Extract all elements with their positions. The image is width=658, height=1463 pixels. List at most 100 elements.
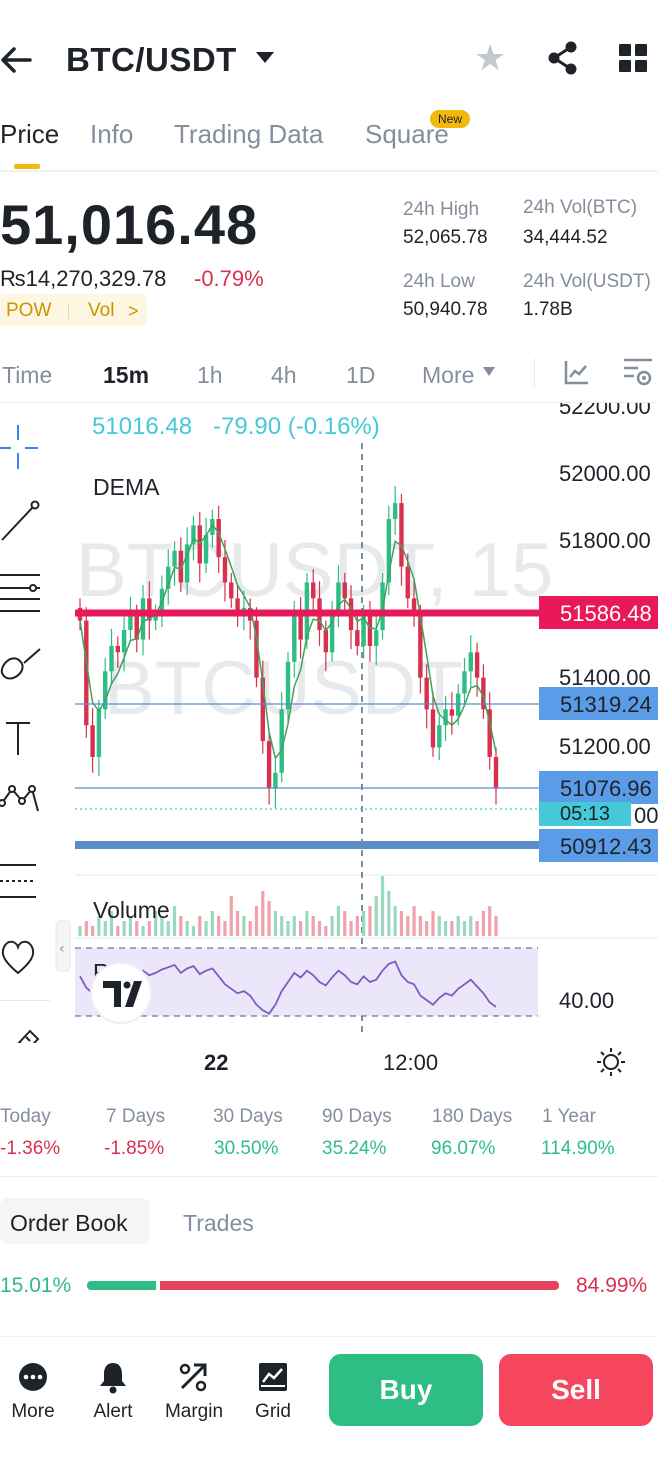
- volume-bar: [418, 916, 422, 936]
- tab-trades[interactable]: Trades: [183, 1208, 254, 1238]
- text-icon[interactable]: [6, 722, 30, 755]
- back-button[interactable]: [0, 40, 34, 80]
- candle: [355, 630, 360, 646]
- brush-icon[interactable]: [0, 648, 41, 680]
- share-icon[interactable]: [546, 40, 580, 76]
- margin-icon[interactable]: [176, 1360, 212, 1394]
- chart-header-price: 51016.48: [92, 413, 192, 440]
- candle: [443, 709, 448, 726]
- volume-bar: [431, 911, 435, 936]
- candle: [374, 630, 379, 646]
- grid-icon[interactable]: [619, 44, 647, 72]
- interval-more[interactable]: More: [422, 360, 474, 390]
- indicator-dema-label[interactable]: DEMA: [93, 474, 160, 500]
- interval-4h[interactable]: 4h: [271, 360, 297, 390]
- volume-bar: [267, 901, 271, 936]
- volume-bar: [254, 906, 259, 936]
- interval-time[interactable]: Time: [2, 360, 52, 390]
- tag-vol[interactable]: Vol: [88, 300, 114, 322]
- stat-vol-usdt-value: 1.78B: [523, 299, 573, 320]
- volume-bar: [135, 921, 139, 936]
- volume-bar: [292, 916, 296, 936]
- countdown-tail: 00: [634, 803, 658, 828]
- caret-down-icon[interactable]: [483, 367, 495, 376]
- perf-label-today: Today: [0, 1106, 51, 1127]
- divider: [0, 1176, 658, 1177]
- star-icon[interactable]: ★: [474, 38, 506, 78]
- volume-bar: [103, 921, 107, 936]
- last-price: 51,016.48: [0, 193, 259, 256]
- divider: [0, 170, 658, 172]
- interval-1h[interactable]: 1h: [197, 360, 223, 390]
- pair-title[interactable]: BTC/USDT: [66, 40, 237, 80]
- volume-bar: [368, 906, 372, 936]
- blue-label-1: 51319.24: [560, 692, 652, 717]
- interval-1d[interactable]: 1D: [346, 360, 375, 390]
- ask-ratio-bar: [160, 1281, 559, 1290]
- candle: [493, 756, 499, 789]
- candle: [229, 582, 234, 599]
- candle: [222, 557, 228, 583]
- volume-bar: [172, 906, 177, 936]
- volume-bar: [374, 896, 378, 936]
- volume-bar: [380, 876, 385, 936]
- x-axis-label: 12:00: [383, 1050, 439, 1075]
- volume-bar: [122, 921, 126, 936]
- volume-bar: [286, 921, 290, 936]
- candle: [405, 566, 410, 599]
- volume-bar: [494, 916, 498, 936]
- y-tick: 51400.00: [559, 665, 651, 690]
- more-icon[interactable]: [15, 1360, 51, 1394]
- volume-bar: [210, 911, 214, 936]
- tab-trading-data[interactable]: Trading Data: [174, 116, 323, 152]
- alert-bell-icon[interactable]: [95, 1360, 131, 1394]
- divider: [534, 358, 535, 388]
- new-badge: New: [430, 110, 470, 128]
- theme-toggle-icon[interactable]: [596, 1047, 626, 1077]
- tab-order-book-label[interactable]: Order Book: [10, 1208, 128, 1238]
- interval-15m[interactable]: 15m: [103, 360, 149, 390]
- y-tick: 52200.00: [559, 403, 651, 419]
- candle: [121, 630, 127, 653]
- margin-button[interactable]: Margin: [160, 1400, 228, 1424]
- tab-price[interactable]: Price: [0, 116, 59, 152]
- volume-bar: [217, 916, 221, 936]
- volume-bar: [349, 921, 353, 936]
- active-tab-indicator: [14, 164, 40, 169]
- volume-bar: [406, 916, 410, 936]
- chevron-right-icon[interactable]: >: [128, 300, 139, 322]
- buy-button[interactable]: Buy: [329, 1354, 483, 1426]
- price-chart[interactable]: BTCUSDT, 15 BTCUSDT 52200.00 52000.00 51…: [0, 403, 658, 1043]
- tag-pow[interactable]: POW: [6, 300, 51, 322]
- trend-line-icon[interactable]: [1, 500, 40, 541]
- chart-type-icon[interactable]: [563, 358, 591, 386]
- grid-button[interactable]: Grid: [247, 1400, 299, 1424]
- candle: [474, 652, 480, 678]
- candle: [273, 772, 278, 789]
- grid-bot-icon[interactable]: [255, 1360, 291, 1394]
- chart-header-change: -79.90 (-0.16%): [213, 413, 380, 440]
- volume-bar: [116, 926, 120, 936]
- volume-bar: [443, 921, 448, 936]
- perf-value-180d: 96.07%: [431, 1138, 496, 1159]
- fib-lines-icon[interactable]: [0, 574, 40, 612]
- candle: [292, 614, 297, 662]
- indicator-volume-label[interactable]: Volume: [93, 897, 170, 923]
- stat-high-label: 24h High: [403, 199, 480, 220]
- projection-icon[interactable]: [0, 864, 36, 898]
- countdown-label: 05:13: [560, 803, 610, 825]
- tab-info[interactable]: Info: [90, 116, 133, 152]
- sell-button[interactable]: Sell: [499, 1354, 653, 1426]
- chevron-left-icon[interactable]: ‹: [59, 941, 65, 957]
- chevron-down-icon[interactable]: [256, 52, 274, 63]
- alert-button[interactable]: Alert: [82, 1400, 144, 1424]
- volume-bar: [204, 921, 208, 936]
- more-button[interactable]: More: [0, 1400, 66, 1424]
- pattern-icon[interactable]: [0, 785, 39, 812]
- red-line-label: 51586.48: [560, 601, 652, 626]
- chart-settings-icon[interactable]: [622, 356, 654, 388]
- volume-bar: [475, 921, 479, 936]
- favorites-icon[interactable]: [1, 940, 35, 975]
- crosshair-icon[interactable]: [0, 425, 38, 469]
- ruler-icon[interactable]: [0, 1029, 40, 1043]
